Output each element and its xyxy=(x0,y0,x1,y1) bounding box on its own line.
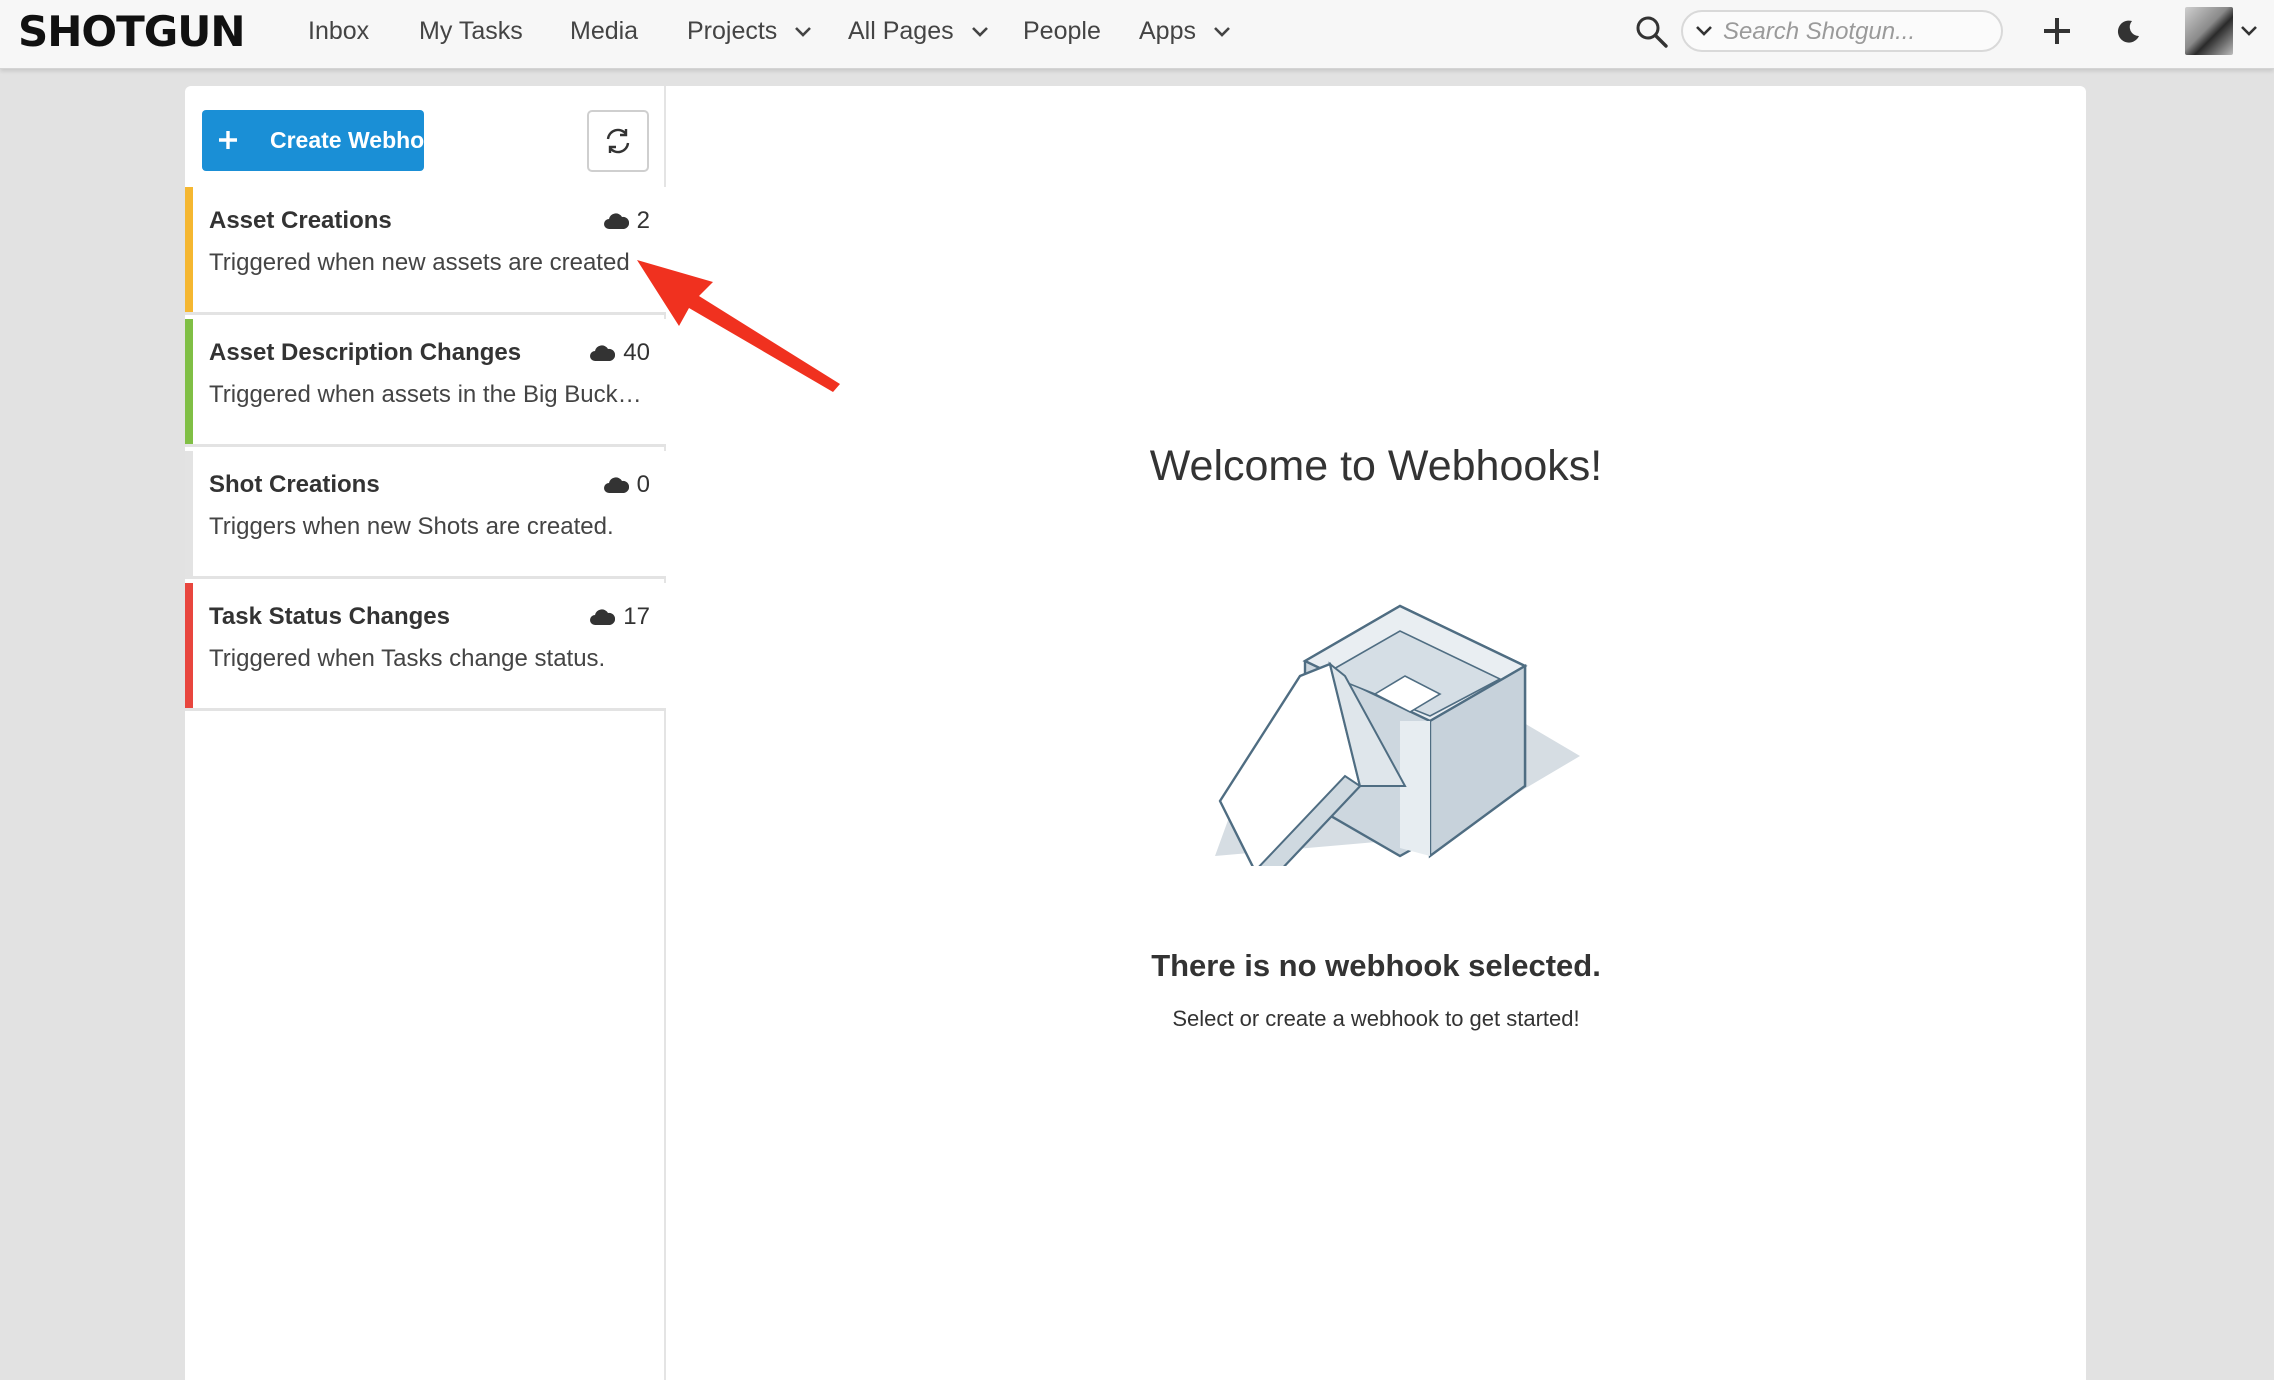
avatar[interactable] xyxy=(2185,7,2233,55)
nav-people[interactable]: People xyxy=(1023,0,1101,62)
top-navigation-bar: SHOTGUN Inbox My Tasks Media Projects Al… xyxy=(0,0,2274,69)
nav-projects-label: Projects xyxy=(687,17,778,45)
webhook-item-asset-description-changes[interactable]: Asset Description Changes 40 Triggered w… xyxy=(185,319,666,447)
nav-apps[interactable]: Apps xyxy=(1139,0,1231,62)
refresh-icon xyxy=(606,128,630,154)
nav-inbox[interactable]: Inbox xyxy=(308,0,369,62)
chevron-down-icon xyxy=(1214,27,1230,38)
nav-media-label: Media xyxy=(570,17,639,45)
delivery-count-value: 17 xyxy=(623,603,650,630)
webhook-description: Triggered when Tasks change status. xyxy=(209,645,606,672)
cloud-icon xyxy=(590,345,616,361)
webhook-item-asset-creations[interactable]: Asset Creations 2 Triggered when new ass… xyxy=(185,187,666,315)
webhook-title: Task Status Changes xyxy=(209,603,450,630)
webhook-title: Shot Creations xyxy=(209,471,380,498)
status-stripe xyxy=(185,583,193,708)
shotgun-logo[interactable]: SHOTGUN xyxy=(18,6,245,58)
nav-all-pages-label: All Pages xyxy=(848,17,954,45)
webhook-item-shot-creations[interactable]: Shot Creations 0 Triggers when new Shots… xyxy=(185,451,666,579)
create-webhook-label: Create Webhook xyxy=(270,127,452,153)
nav-apps-label: Apps xyxy=(1139,17,1196,45)
nav-inbox-label: Inbox xyxy=(308,17,370,45)
webhook-description: Triggered when new assets are created xyxy=(209,249,630,276)
webhook-description: Triggers when new Shots are created. xyxy=(209,513,614,540)
delivery-count: 0 xyxy=(603,471,650,499)
status-stripe xyxy=(185,187,193,312)
delivery-count-value: 0 xyxy=(636,471,650,498)
chevron-down-icon xyxy=(795,27,812,38)
search-field[interactable] xyxy=(1681,10,2003,52)
webhook-title: Asset Description Changes xyxy=(209,339,522,366)
plus-icon xyxy=(219,131,237,149)
create-webhook-button[interactable]: Create Webhook xyxy=(202,110,451,171)
welcome-heading: Welcome to Webhooks! xyxy=(1149,442,1603,490)
nav-my-tasks-label: My Tasks xyxy=(419,17,523,45)
webhooks-panel: Create Webhook Asset Creations 2 Trigger… xyxy=(185,86,2086,1380)
nav-media[interactable]: Media xyxy=(570,0,638,62)
add-icon[interactable] xyxy=(2040,14,2074,48)
nav-projects[interactable]: Projects xyxy=(687,0,812,62)
nav-people-label: People xyxy=(1023,17,1101,45)
delivery-count-value: 2 xyxy=(636,207,650,234)
cloud-icon xyxy=(603,477,629,493)
chevron-down-icon xyxy=(971,27,988,38)
chevron-down-icon[interactable] xyxy=(2240,24,2258,38)
empty-state-title: There is no webhook selected. xyxy=(1151,948,1601,983)
cloud-icon xyxy=(603,213,629,229)
webhook-title: Asset Creations xyxy=(209,207,392,234)
webhook-list-sidebar: Create Webhook Asset Creations 2 Trigger… xyxy=(185,86,666,1380)
webhook-item-task-status-changes[interactable]: Task Status Changes 17 Triggered when Ta… xyxy=(185,583,666,711)
moon-icon[interactable] xyxy=(2114,18,2142,46)
delivery-count: 17 xyxy=(589,603,650,631)
empty-state-subtitle: Select or create a webhook to get starte… xyxy=(1172,1006,1580,1031)
nav-all-pages[interactable]: All Pages xyxy=(848,0,989,62)
webhook-description: Triggered when assets in the Big Buck Bu… xyxy=(209,381,645,408)
annotation-arrow-icon xyxy=(637,260,840,392)
search-icon[interactable] xyxy=(1634,14,1670,50)
search-input[interactable] xyxy=(1723,15,1993,49)
refresh-button[interactable] xyxy=(587,110,649,172)
chevron-down-icon[interactable] xyxy=(1695,24,1713,38)
nav-my-tasks[interactable]: My Tasks xyxy=(419,0,523,62)
status-stripe xyxy=(185,319,193,444)
status-stripe xyxy=(185,451,193,576)
cloud-icon xyxy=(590,609,616,625)
delivery-count: 2 xyxy=(603,207,650,235)
empty-box-illustration xyxy=(1215,604,1580,866)
